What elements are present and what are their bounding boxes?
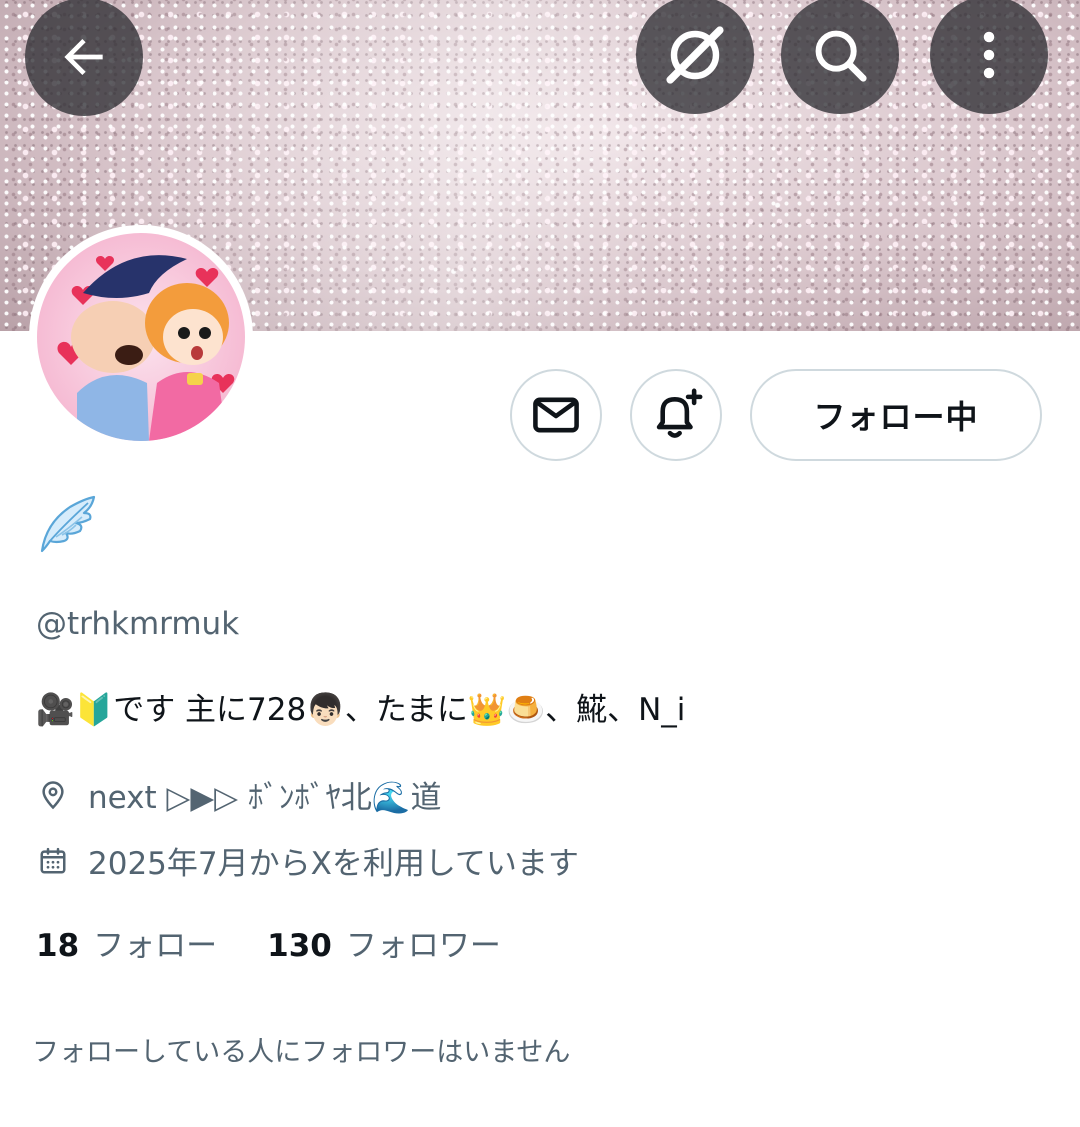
search-icon (815, 30, 867, 82)
profile-joined: 2025年7月からXを利用しています (36, 838, 579, 883)
mail-icon (533, 397, 579, 433)
bell-plus-icon (656, 388, 703, 438)
profile-stats: 18 フォロー 130 フォロワー (36, 920, 501, 965)
avatar-image (37, 233, 245, 441)
notify-button[interactable] (630, 369, 722, 461)
calendar-icon (36, 844, 70, 878)
wing-emoji (40, 495, 96, 553)
grok-icon (666, 26, 724, 84)
more-options-button[interactable] (930, 0, 1048, 114)
profile-bio: 🎥🔰です 主に728👦🏻、たまに👑🍮、𩸽、N_i (36, 692, 686, 728)
followers-label: フォロワー (345, 928, 501, 964)
message-button[interactable] (510, 369, 602, 461)
following-count: 18 (36, 928, 80, 964)
search-button[interactable] (781, 0, 899, 114)
following-stat-link[interactable]: 18 フォロー (36, 920, 217, 965)
avatar-illustration (57, 255, 235, 441)
arrow-left-icon (64, 39, 103, 75)
joined-text: 2025年7月からXを利用しています (88, 846, 579, 882)
followers-you-know: フォローしている人にフォロワーはいません (32, 1037, 571, 1068)
display-name (36, 493, 106, 563)
more-vertical-icon (983, 31, 995, 79)
back-button[interactable] (25, 0, 143, 116)
following-button[interactable]: フォロー中 (750, 369, 1042, 461)
grok-button[interactable] (636, 0, 754, 114)
followers-count: 130 (267, 928, 332, 964)
location-pin-icon (36, 778, 70, 812)
profile-location: next ▷▶▷ ﾎﾞﾝﾎﾞﾔ北🌊道 (36, 772, 442, 817)
following-label: フォロー (93, 928, 218, 964)
location-text: next ▷▶▷ ﾎﾞﾝﾎﾞﾔ北🌊道 (88, 780, 442, 816)
profile-handle: @trhkmrmuk (36, 606, 240, 642)
avatar[interactable] (29, 225, 253, 449)
followers-stat-link[interactable]: 130 フォロワー (267, 920, 501, 965)
